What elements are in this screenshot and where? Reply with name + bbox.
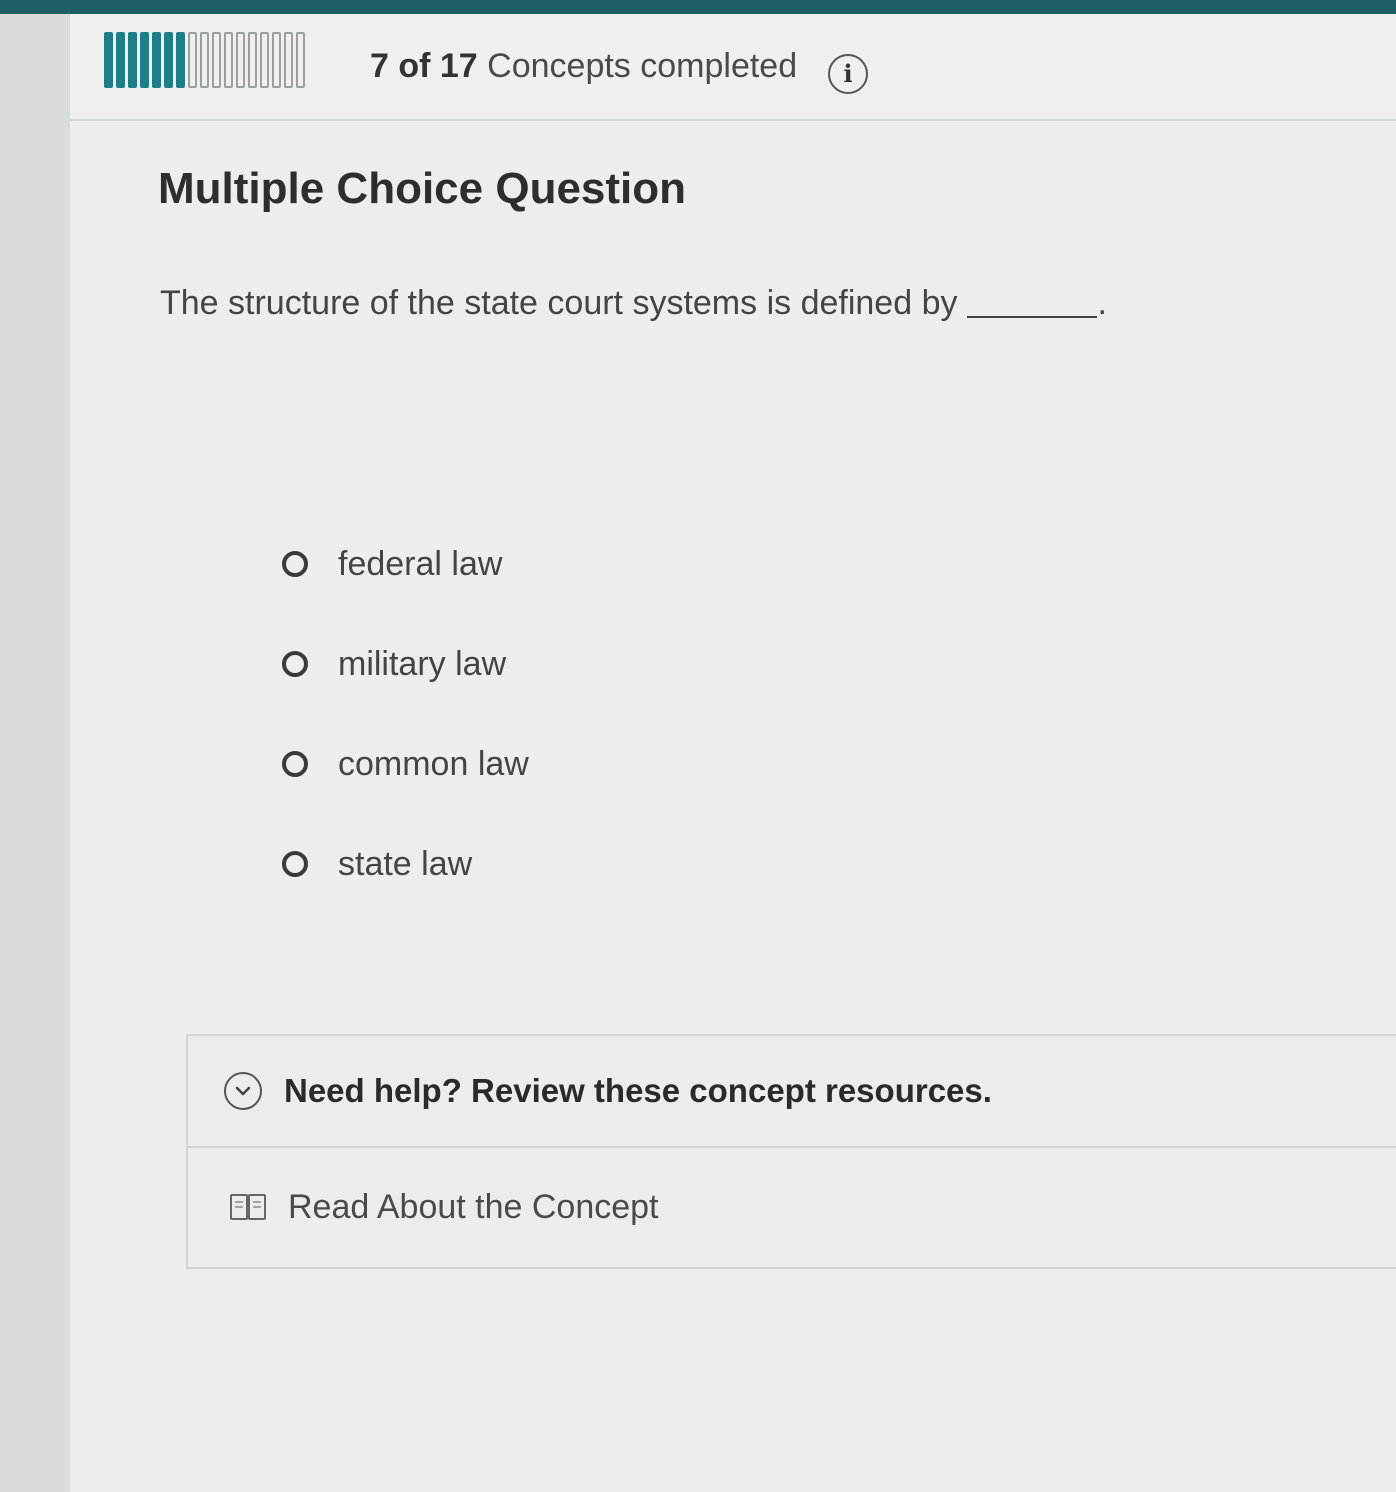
question-prompt: The structure of the state court systems… [160, 284, 1107, 323]
question-panel: 7 of 17 Concepts completed i Multiple Ch… [70, 14, 1396, 1492]
prompt-text: The structure of the state court systems… [160, 284, 958, 322]
option-label: federal law [338, 544, 503, 583]
info-icon[interactable]: i [828, 54, 868, 94]
progress-count: 7 of 17 [370, 47, 478, 85]
progress-segment-incomplete [260, 32, 269, 88]
progress-segment-complete [152, 32, 161, 88]
question-type-heading: Multiple Choice Question [158, 164, 687, 213]
progress-header: 7 of 17 Concepts completed i [70, 14, 1396, 121]
progress-text: 7 of 17 Concepts completed [370, 47, 797, 86]
option-state-law[interactable]: state law [282, 844, 529, 884]
progress-segment-complete [128, 32, 137, 88]
progress-segment-complete [104, 32, 113, 88]
progress-segment-incomplete [236, 32, 245, 88]
progress-segment-complete [140, 32, 149, 88]
option-label: military law [338, 644, 507, 683]
radio-button[interactable] [282, 851, 308, 877]
option-federal-law[interactable]: federal law [282, 544, 529, 584]
resource-label: Read About the Concept [288, 1187, 659, 1226]
chevron-down-icon[interactable] [224, 1072, 262, 1110]
progress-segment-complete [164, 32, 173, 88]
radio-button[interactable] [282, 651, 308, 677]
help-resources-box: Need help? Review these concept resource… [186, 1034, 1396, 1269]
radio-button[interactable] [282, 551, 308, 577]
progress-segment-incomplete [224, 32, 233, 88]
answer-options: federal law military law common law stat… [282, 544, 529, 944]
progress-segment-incomplete [248, 32, 257, 88]
progress-segment-complete [176, 32, 185, 88]
progress-segment-incomplete [296, 32, 305, 88]
progress-segments [104, 32, 305, 88]
help-toggle[interactable]: Need help? Review these concept resource… [188, 1036, 1396, 1148]
progress-segment-incomplete [284, 32, 293, 88]
option-military-law[interactable]: military law [282, 644, 529, 684]
progress-segment-incomplete [188, 32, 197, 88]
book-icon [228, 1191, 268, 1223]
help-title: Need help? Review these concept resource… [284, 1072, 992, 1109]
progress-label: Concepts completed [487, 47, 798, 85]
option-label: common law [338, 744, 529, 783]
progress-segment-incomplete [200, 32, 209, 88]
progress-segment-incomplete [272, 32, 281, 88]
option-label: state law [338, 844, 473, 883]
read-about-concept-link[interactable]: Read About the Concept [188, 1148, 1396, 1266]
radio-button[interactable] [282, 751, 308, 777]
top-bar [0, 0, 1396, 14]
answer-blank [967, 288, 1098, 318]
progress-segment-incomplete [212, 32, 221, 88]
prompt-end: . [1097, 284, 1107, 322]
progress-segment-complete [116, 32, 125, 88]
option-common-law[interactable]: common law [282, 744, 529, 784]
